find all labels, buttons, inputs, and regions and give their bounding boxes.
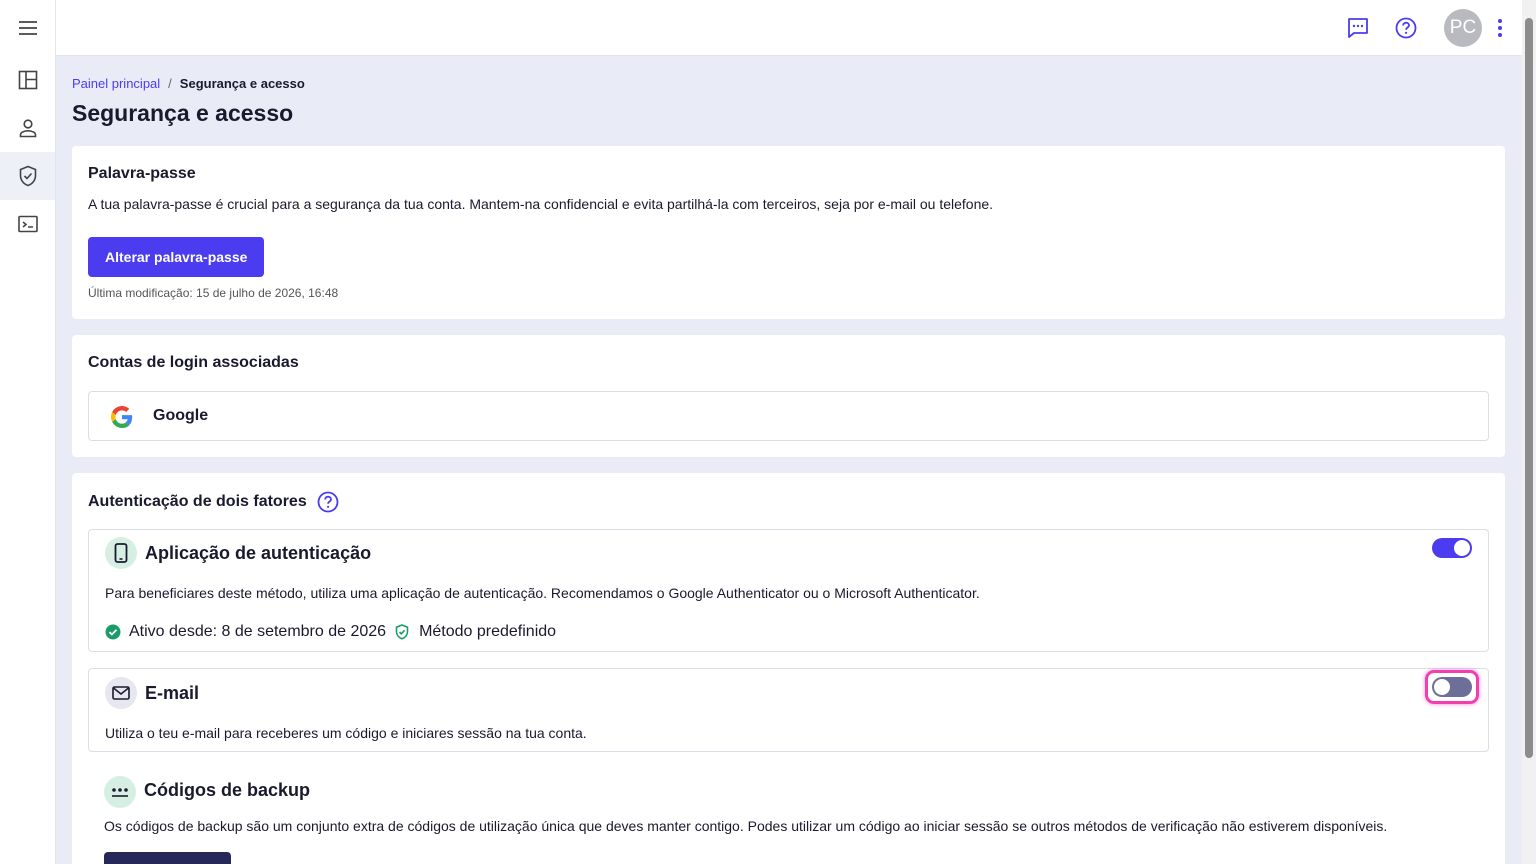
method-email: E-mail Utiliza o teu e-mail para receber… [88, 668, 1489, 752]
top-bar: PC [56, 0, 1522, 56]
breadcrumb-current: Segurança e acesso [179, 76, 305, 91]
method-icon-wrap [105, 537, 137, 569]
menu-icon [18, 21, 37, 35]
method-icon-wrap [105, 677, 137, 709]
linked-accounts-card: Contas de login associadas Google [72, 335, 1505, 457]
backup-codes-button[interactable] [104, 852, 231, 864]
chat-icon [1348, 18, 1368, 38]
method-title: Aplicação de autenticação [145, 543, 372, 563]
two-factor-title: Autenticação de dois fatores [88, 493, 307, 510]
google-icon [111, 406, 133, 428]
two-factor-heading: Autenticação de dois fatores [88, 491, 339, 513]
password-card: Palavra-passe A tua palavra-passe é cruc… [72, 146, 1505, 319]
breadcrumb-separator: / [168, 76, 172, 91]
default-method-text: Método predefinido [419, 623, 557, 640]
sidebar-item-dashboard[interactable] [0, 56, 55, 104]
scrollbar[interactable] [1522, 0, 1536, 864]
help-icon [1395, 17, 1417, 39]
password-description: A tua palavra-passe é crucial para a seg… [88, 196, 994, 212]
two-factor-card: Autenticação de dois fatores Aplicação d… [72, 473, 1505, 864]
shield-icon [19, 165, 36, 187]
feedback-button[interactable] [1344, 14, 1372, 42]
sidebar-item-console[interactable] [0, 200, 55, 248]
method-title: Códigos de backup [144, 780, 311, 800]
method-authenticator-app: Aplicação de autenticação Para beneficia… [88, 529, 1489, 652]
active-since-text: Ativo desde: 8 de setembro de 2026 [129, 623, 387, 640]
page-title: Segurança e acesso [72, 100, 294, 126]
breadcrumb-root-link[interactable]: Painel principal [72, 76, 160, 91]
linked-accounts-title: Contas de login associadas [88, 354, 299, 371]
help-icon[interactable] [317, 491, 339, 513]
menu-button[interactable] [0, 4, 55, 52]
method-description: Os códigos de backup são um conjunto ext… [104, 818, 1388, 834]
mail-icon [112, 686, 130, 700]
sidebar-item-profile[interactable] [0, 104, 55, 152]
dashboard-icon [18, 70, 37, 90]
sidebar [0, 0, 56, 864]
person-icon [19, 119, 36, 138]
password-title: Palavra-passe [88, 165, 196, 182]
scrollbar-thumb[interactable] [1525, 18, 1533, 758]
method-icon-wrap [104, 776, 136, 808]
terminal-icon [17, 215, 38, 233]
avatar[interactable]: PC [1444, 9, 1482, 47]
password-last-modified: Última modificação: 15 de julho de 2026,… [88, 286, 339, 300]
google-account-label: Google [153, 407, 209, 424]
sidebar-item-security[interactable] [0, 152, 55, 200]
breadcrumb: Painel principal / Segurança e acesso [72, 76, 305, 91]
password-dots-icon [112, 788, 128, 797]
help-button[interactable] [1392, 14, 1420, 42]
method-description: Utiliza o teu e-mail para receberes um c… [105, 725, 587, 741]
method-description: Para beneficiares deste método, utiliza … [105, 585, 980, 601]
check-circle-icon [105, 624, 121, 640]
smartphone-icon [114, 543, 128, 563]
authenticator-app-toggle[interactable] [1432, 538, 1472, 558]
more-options-icon[interactable] [1492, 16, 1508, 40]
focus-ring [1425, 670, 1479, 704]
shield-check-icon [395, 624, 409, 640]
method-status-row: Ativo desde: 8 de setembro de 2026 Métod… [105, 623, 556, 641]
change-password-button[interactable]: Alterar palavra-passe [88, 237, 265, 277]
linked-account-google[interactable]: Google [88, 391, 1489, 441]
method-title: E-mail [145, 683, 200, 703]
